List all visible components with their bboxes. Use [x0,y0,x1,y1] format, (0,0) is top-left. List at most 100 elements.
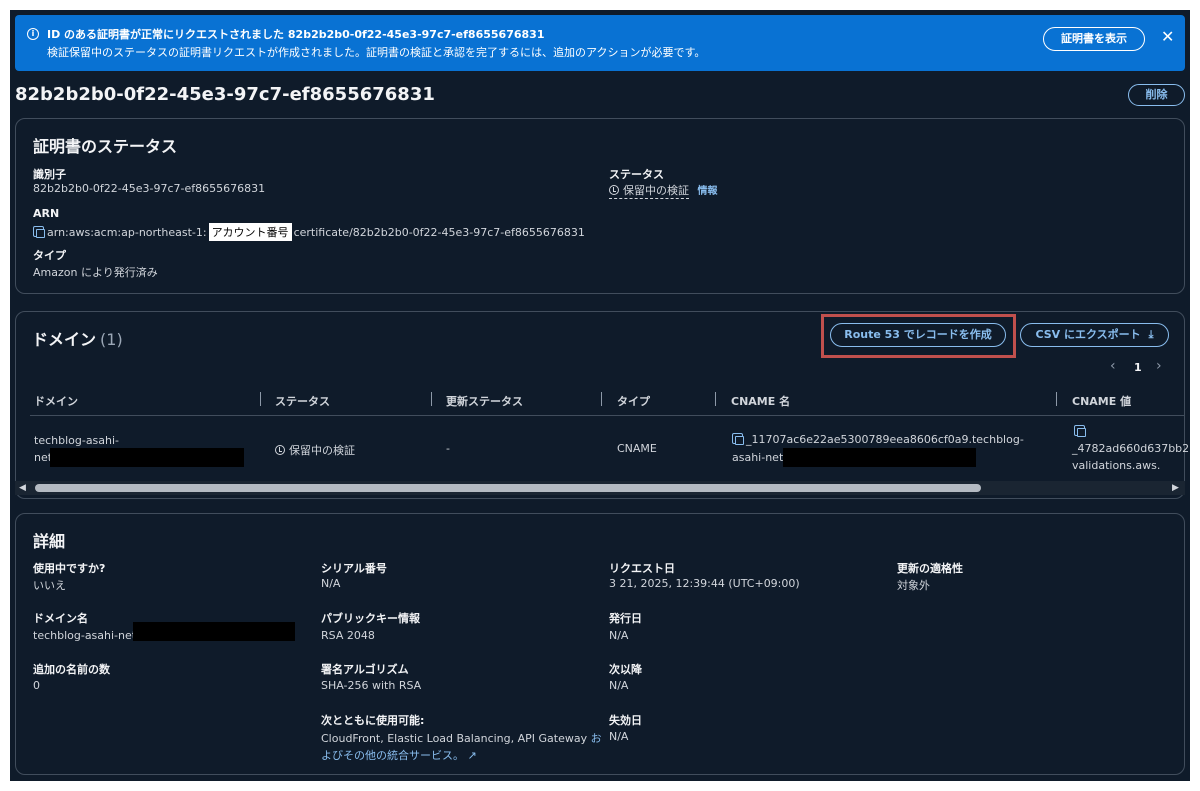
domains-heading-text: ドメイン [32,330,97,349]
serial-value: N/A [321,577,341,590]
details-heading: 詳細 [33,532,66,551]
column-divider[interactable] [1056,392,1057,406]
row-cname-name-line1: _11707ac6e22ae5300789eea8606cf0a9.techbl… [732,433,1024,446]
usable-with-text: CloudFront, Elastic Load Balancing, API … [321,732,588,745]
domains-heading: ドメイン (1) [32,326,123,350]
row-renewal-status: - [446,442,450,455]
header-divider [30,415,1185,416]
signature-value: SHA-256 with RSA [321,679,422,692]
not-before-label: 次以降 [609,663,642,676]
scrollbar-thumb[interactable] [35,484,981,492]
pending-icon [609,185,619,195]
pagination-page[interactable]: 1 [1134,361,1142,374]
serial-label: シリアル番号 [321,562,387,575]
success-flashbar: i ID のある証明書が正常にリクエストされました 82b2b2b0-0f22-… [15,15,1185,71]
row-type: CNAME [617,442,657,455]
details-panel: 詳細 使用中ですか? いいえ ドメイン名 techblog-asahi-net.… [15,513,1185,775]
renewal-eligibility-label: 更新の適格性 [897,562,963,575]
column-divider[interactable] [601,392,602,406]
status-value: 保留中の検証 情報 [609,182,718,199]
usable-with-value: CloudFront, Elastic Load Balancing, API … [321,730,602,746]
redaction-block [50,448,244,467]
domain-name-label: ドメイン名 [33,612,88,625]
banner-title: ID のある証明書が正常にリクエストされました 82b2b2b0-0f22-45… [47,28,545,41]
issued-value: N/A [609,629,629,642]
column-divider[interactable] [431,392,432,406]
renewal-eligibility-value: 対象外 [897,579,930,592]
pending-icon [275,445,285,455]
usable-with-label: 次とともに使用可能: [321,714,425,727]
arn-prefix: arn:aws:acm:ap-northeast-1: [47,226,207,239]
public-key-value: RSA 2048 [321,629,375,642]
view-certificate-button[interactable]: 証明書を表示 [1043,27,1145,51]
row-status: 保留中の検証 [275,442,355,458]
domain-name-value: techblog-asahi-net. [33,629,140,642]
type-value: Amazon により発行済み [33,266,158,279]
row-cname-value-line2: validations.aws. [1072,459,1161,472]
redaction-block [133,622,295,641]
additional-names-label: 追加の名前の数 [33,663,110,676]
scroll-right-icon[interactable]: ▶ [1172,483,1179,493]
row-domain-line1: techblog-asahi- [34,434,120,447]
status-text: 保留中の検証 [623,184,689,197]
delete-button[interactable]: 削除 [1128,84,1185,106]
status-panel-heading: 証明書のステータス [33,137,178,156]
banner-description: 検証保留中のステータスの証明書リクエストが作成されました。証明書の検証と承認を完… [47,46,706,59]
certificate-status-panel: 証明書のステータス 識別子 82b2b2b0-0f22-45e3-97c7-ef… [15,118,1185,294]
signature-label: 署名アルゴリズム [321,663,409,676]
account-number-overlay: アカウント番号 [208,223,292,241]
expiry-value: N/A [609,730,629,743]
export-csv-button[interactable]: CSV にエクスポート ⤓ [1020,323,1169,347]
scroll-left-icon[interactable]: ◀ [19,483,26,493]
request-date-value: 3 21, 2025, 12:39:44 (UTC+09:00) [609,577,800,590]
external-link-icon[interactable]: ↗ [468,749,477,762]
expiry-label: 失効日 [609,714,642,727]
row-cname-value-copy [1074,425,1088,438]
copy-icon[interactable] [33,226,45,238]
route53-create-record-button[interactable]: Route 53 でレコードを作成 [830,323,1006,347]
row-cname-value-line1: _4782ad660d637bb2 [1072,442,1190,455]
identifier-value: 82b2b2b0-0f22-45e3-97c7-ef8655676831 [33,182,266,195]
status-label: ステータス [609,168,664,181]
in-use-value: いいえ [33,579,66,592]
additional-names-value: 0 [33,679,40,692]
export-csv-label: CSV にエクスポート [1035,328,1141,341]
column-divider[interactable] [260,392,261,406]
close-icon[interactable]: ✕ [1161,27,1174,47]
copy-icon[interactable] [1074,425,1086,437]
copy-icon[interactable] [732,433,744,445]
status-text-wrap: 保留中の検証 [609,184,689,199]
public-key-label: パブリックキー情報 [321,612,420,625]
arn-label: ARN [33,207,60,220]
info-icon: i [27,28,39,40]
in-use-label: 使用中ですか? [33,562,106,575]
row-cname-name-line2: asahi-net. [732,451,787,464]
column-status[interactable]: ステータス [275,393,330,409]
request-date-label: リクエスト日 [609,562,675,575]
column-type[interactable]: タイプ [617,393,650,409]
arn-suffix: certificate/82b2b2b0-0f22-45e3-97c7-ef86… [293,226,585,239]
arn-value: arn:aws:acm:ap-northeast-1: アカウント番号 certif… [33,223,585,241]
domains-count: (1) [100,330,123,349]
column-cname-value[interactable]: CNAME 値 [1072,393,1131,409]
cname-name-text1: _11707ac6e22ae5300789eea8606cf0a9.techbl… [746,433,1024,446]
console-frame: i ID のある証明書が正常にリクエストされました 82b2b2b0-0f22-… [10,10,1190,781]
pagination-next-icon[interactable]: › [1156,358,1162,374]
usable-with-line2: よびその他の統合サービス。 ↗ [321,747,477,763]
integrated-services-link[interactable]: よびその他の統合サービス。 [321,749,464,762]
type-label: タイプ [33,249,66,262]
download-icon: ⤓ [1148,328,1154,341]
identifier-label: 識別子 [33,168,66,181]
row-status-text: 保留中の検証 [289,444,355,457]
integrated-services-link[interactable]: お [591,732,602,745]
redaction-block [783,448,976,467]
horizontal-scrollbar[interactable]: ◀ ▶ [15,481,1185,495]
column-domain[interactable]: ドメイン [34,393,78,409]
page-title: 82b2b2b0-0f22-45e3-97c7-ef8655676831 [15,84,435,105]
info-link[interactable]: 情報 [698,186,718,197]
column-cname-name[interactable]: CNAME 名 [731,393,790,409]
column-renewal-status[interactable]: 更新ステータス [446,393,523,409]
not-before-value: N/A [609,679,629,692]
column-divider[interactable] [715,392,716,406]
pagination-prev-icon[interactable]: ‹ [1110,358,1116,374]
